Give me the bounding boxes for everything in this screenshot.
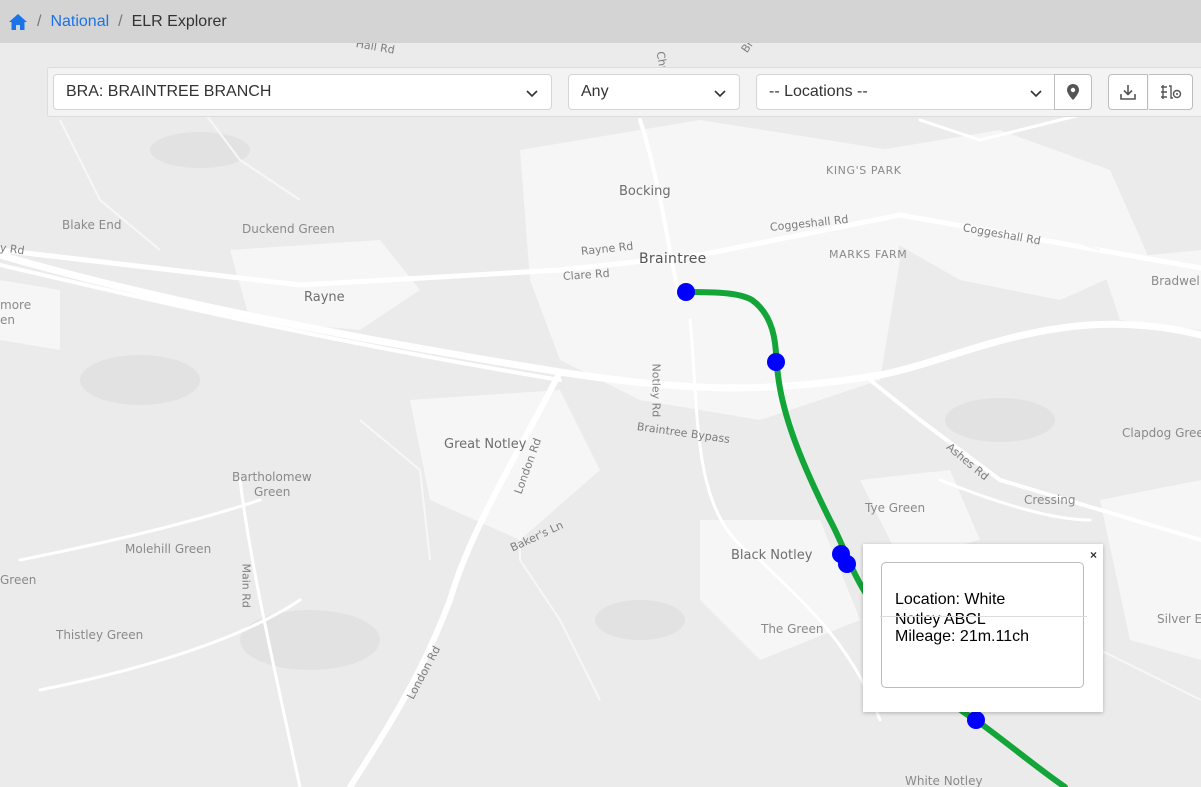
location-popup: × Location: White Notley ABCL Mileage: 2… xyxy=(863,544,1103,712)
place-label: Bartholomew xyxy=(232,470,312,484)
filter-select-value: Any xyxy=(581,83,609,100)
popup-divider xyxy=(880,616,1087,617)
place-label: Duckend Green xyxy=(242,222,335,236)
elr-select[interactable]: BRA: BRAINTREE BRANCH xyxy=(53,74,552,110)
place-label: Green xyxy=(0,573,37,587)
close-icon[interactable]: × xyxy=(1090,548,1097,562)
locations-select-value: -- Locations -- xyxy=(769,83,868,100)
place-label: The Green xyxy=(761,622,824,636)
popup-location-text: Location: White Notley ABCL xyxy=(895,591,1006,628)
route-marker xyxy=(677,283,695,301)
place-label: KING'S PARK xyxy=(826,164,902,177)
chevron-down-icon xyxy=(526,90,538,98)
route-marker xyxy=(767,353,785,371)
place-label: Black Notley xyxy=(731,548,813,563)
breadcrumb: / National / ELR Explorer xyxy=(0,0,1201,43)
route-marker xyxy=(967,711,985,729)
place-label: Bocking xyxy=(619,184,671,199)
map-marker-icon xyxy=(1067,84,1079,100)
place-label: Blake End xyxy=(62,218,122,232)
popup-mileage-text: Mileage: 21m.11ch xyxy=(895,628,1029,645)
place-label: Rayne xyxy=(304,290,345,305)
place-label: Thistley Green xyxy=(56,628,144,642)
download-icon xyxy=(1120,85,1136,100)
locate-button[interactable] xyxy=(1054,74,1092,110)
place-label: Clapdog Gree xyxy=(1122,426,1201,440)
locations-select[interactable]: -- Locations -- xyxy=(756,74,1056,110)
place-label: more xyxy=(0,298,32,312)
place-label: White Notley xyxy=(905,774,983,787)
breadcrumb-separator: / xyxy=(37,12,42,30)
breadcrumb-separator: / xyxy=(118,12,123,30)
place-label: en xyxy=(0,313,15,327)
home-icon[interactable] xyxy=(8,12,28,32)
place-label: Great Notley xyxy=(444,437,527,452)
place-label: Cressing xyxy=(1024,493,1076,507)
breadcrumb-national-link[interactable]: National xyxy=(50,13,109,31)
place-label: Molehill Green xyxy=(125,542,212,556)
breadcrumb-current: ELR Explorer xyxy=(131,12,227,30)
place-label: Bradwel xyxy=(1151,274,1200,288)
road-label: Clare Rd xyxy=(562,266,610,283)
road-label: Notley Rd xyxy=(649,363,663,418)
place-label: Tye Green xyxy=(865,501,926,515)
place-label: MARKS FARM xyxy=(829,248,908,261)
filter-select[interactable]: Any xyxy=(568,74,740,110)
download-button[interactable] xyxy=(1108,74,1148,110)
elr-select-value: BRA: BRAINTREE BRANCH xyxy=(66,83,272,100)
place-label: Green xyxy=(254,485,291,499)
place-label: Silver E xyxy=(1157,612,1201,626)
road-label: Main Rd xyxy=(239,563,253,608)
place-label: Braintree xyxy=(639,251,707,267)
chevron-down-icon xyxy=(1030,90,1042,98)
route-settings-button[interactable] xyxy=(1149,74,1193,110)
chevron-down-icon xyxy=(714,90,726,98)
route-marker xyxy=(838,555,856,573)
toolbar: BRA: BRAINTREE BRANCH Any -- Locations -… xyxy=(47,67,1201,117)
road-label: y Rd xyxy=(0,241,26,258)
route-settings-icon xyxy=(1160,85,1181,99)
